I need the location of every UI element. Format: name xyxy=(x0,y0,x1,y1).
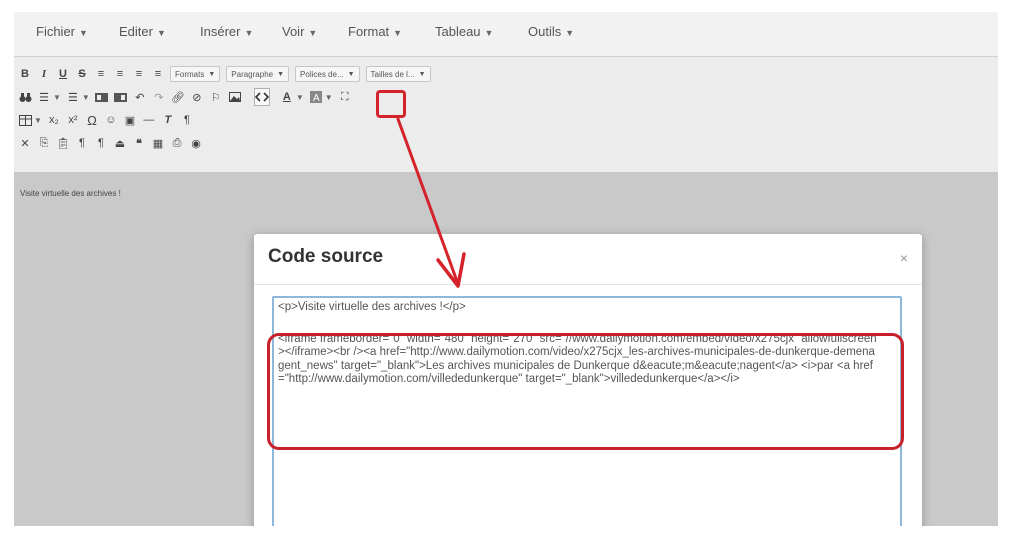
code-line-paragraph: <p>Visite virtuelle des archives !</p> xyxy=(278,301,466,313)
outdent-icon[interactable] xyxy=(95,89,109,105)
superscript-icon[interactable]: x² xyxy=(66,112,80,128)
emoticon-icon[interactable]: ☺ xyxy=(104,112,118,128)
align-justify-icon[interactable]: ≡ xyxy=(151,66,165,82)
code-source-dialog: Code source × <p>Visite virtuelle des ar… xyxy=(254,234,922,526)
svg-text:A: A xyxy=(313,93,320,103)
fullscreen-icon[interactable]: ⛶ xyxy=(338,89,352,105)
paragraphe-dropdown[interactable]: Paragraphe ▼ xyxy=(226,66,290,82)
menu-voir[interactable]: Voir ▼ xyxy=(282,24,317,39)
toolbar-row-2: ☰ ▼ ☰ ▼ ↶ ↷ 🔗︎ ⊘ ⚐ A ▼ A ▼ ⛶ xyxy=(18,87,357,107)
dialog-header: Code source × xyxy=(254,234,922,285)
clear-format-icon[interactable]: T xyxy=(161,112,175,128)
horizontal-rule-icon[interactable]: — xyxy=(142,112,156,128)
caret-down-icon: ▼ xyxy=(156,28,166,38)
editor-content-text: Visite virtuelle des archives ! xyxy=(20,189,121,198)
caret-down-icon: ▼ xyxy=(393,28,403,38)
cut-icon[interactable]: ✕ xyxy=(18,135,32,151)
image-glyph xyxy=(228,92,241,102)
link-icon[interactable]: 🔗︎ xyxy=(171,89,185,105)
italic-button[interactable]: I xyxy=(37,66,51,82)
menu-editer[interactable]: Editer ▼ xyxy=(119,24,166,39)
subscript-icon[interactable]: x₂ xyxy=(47,112,61,128)
polices-dropdown[interactable]: Polices de... ▼ xyxy=(295,66,360,82)
caret-down-icon: ▼ xyxy=(565,28,575,38)
annotation-box-source-code-button xyxy=(376,90,406,118)
caret-down-icon: ▼ xyxy=(347,70,355,78)
menu-inserer[interactable]: Insérer ▼ xyxy=(200,24,253,39)
bullet-list-icon[interactable]: ☰ xyxy=(37,89,51,105)
pilcrow-icon[interactable]: ¶ xyxy=(180,112,194,128)
caret-down-icon: ▼ xyxy=(484,28,494,38)
caret-down-icon: ▼ xyxy=(208,70,216,78)
table-glyph xyxy=(18,114,32,126)
preview-eye-icon[interactable]: ◉ xyxy=(189,135,203,151)
menu-fichier[interactable]: Fichier ▼ xyxy=(36,24,88,39)
caret-down-icon: ▼ xyxy=(308,28,318,38)
media-icon[interactable]: ▣ xyxy=(123,112,137,128)
undo-icon[interactable]: ↶ xyxy=(133,89,147,105)
print-icon[interactable]: ⎙ xyxy=(170,135,184,151)
align-right-icon[interactable]: ≡ xyxy=(132,66,146,82)
outdent-glyph xyxy=(95,92,109,102)
find-binoculars-icon[interactable] xyxy=(18,89,32,105)
text-color-icon[interactable]: A xyxy=(280,89,294,105)
caret-down-icon: ▼ xyxy=(79,28,88,38)
code-brackets-glyph xyxy=(254,92,269,102)
align-center-icon[interactable]: ≡ xyxy=(113,66,127,82)
background-color-icon[interactable]: A xyxy=(309,89,323,105)
caret-down-icon: ▼ xyxy=(277,70,285,78)
bold-button[interactable]: B xyxy=(18,66,32,82)
toolbar-row-3: ▼ x₂ x² Ω ☺ ▣ — T ¶ xyxy=(18,110,199,130)
caret-down-icon[interactable]: ▼ xyxy=(82,93,90,102)
caret-down-icon[interactable]: ▼ xyxy=(53,93,61,102)
binoculars-glyph xyxy=(19,92,31,102)
indent-glyph xyxy=(114,92,128,102)
redo-icon[interactable]: ↷ xyxy=(152,89,166,105)
menubar: Fichier ▼ Editer ▼ Insérer ▼ Voir ▼ Format ▼ … xyxy=(14,12,998,57)
editor-frame: Fichier ▼ Editer ▼ Insérer ▼ Voir ▼ Format ▼ … xyxy=(14,12,998,526)
caret-down-icon: ▼ xyxy=(418,70,426,78)
dialog-title: Code source xyxy=(268,246,384,267)
menu-outils[interactable]: Outils ▼ xyxy=(528,24,574,39)
table-icon[interactable] xyxy=(18,112,32,128)
toolbars: B I U S ≡ ≡ ≡ ≡ Formats ▼ Paragraphe ▼ Pol… xyxy=(14,57,998,173)
annotation-box-embed-code xyxy=(267,333,904,450)
menu-tableau[interactable]: Tableau ▼ xyxy=(435,24,493,39)
indent-icon[interactable] xyxy=(114,89,128,105)
template-icon[interactable]: ▦ xyxy=(151,135,165,151)
ltr-pilcrow-icon[interactable]: ¶ xyxy=(75,135,89,151)
toolbar-row-1: B I U S ≡ ≡ ≡ ≡ Formats ▼ Paragraphe ▼ Pol… xyxy=(18,64,437,84)
numbered-list-icon[interactable]: ☰ xyxy=(66,89,80,105)
tailles-dropdown[interactable]: Tailles de l... ▼ xyxy=(365,66,431,82)
caret-down-icon[interactable]: ▼ xyxy=(34,116,42,125)
blockquote-icon[interactable]: ❝ xyxy=(132,135,146,151)
special-char-omega-icon[interactable]: Ω xyxy=(85,112,99,128)
caret-down-icon: ▼ xyxy=(244,28,254,38)
underline-button[interactable]: U xyxy=(56,66,70,82)
anchor-icon[interactable]: ⚐ xyxy=(209,89,223,105)
caret-down-icon[interactable]: ▼ xyxy=(296,93,304,102)
formats-dropdown[interactable]: Formats ▼ xyxy=(170,66,221,82)
rtl-pilcrow-icon[interactable]: ¶ xyxy=(94,135,108,151)
align-left-icon[interactable]: ≡ xyxy=(94,66,108,82)
copy-icon[interactable]: ⎘ xyxy=(37,135,51,151)
source-code-icon[interactable] xyxy=(253,88,270,106)
unlink-icon[interactable]: ⊘ xyxy=(190,89,204,105)
insert-date-icon[interactable]: ⏏ xyxy=(113,135,127,151)
close-icon[interactable]: × xyxy=(900,250,908,266)
image-icon[interactable] xyxy=(228,89,242,105)
menu-format[interactable]: Format ▼ xyxy=(348,24,402,39)
caret-down-icon[interactable]: ▼ xyxy=(325,93,333,102)
paste-icon[interactable]: 📋︎ xyxy=(56,135,70,151)
strikethrough-button[interactable]: S xyxy=(75,66,89,82)
toolbar-row-4: ✕ ⎘ 📋︎ ¶ ¶ ⏏ ❝ ▦ ⎙ ◉ xyxy=(18,133,208,153)
bgcolor-glyph: A xyxy=(309,91,322,103)
